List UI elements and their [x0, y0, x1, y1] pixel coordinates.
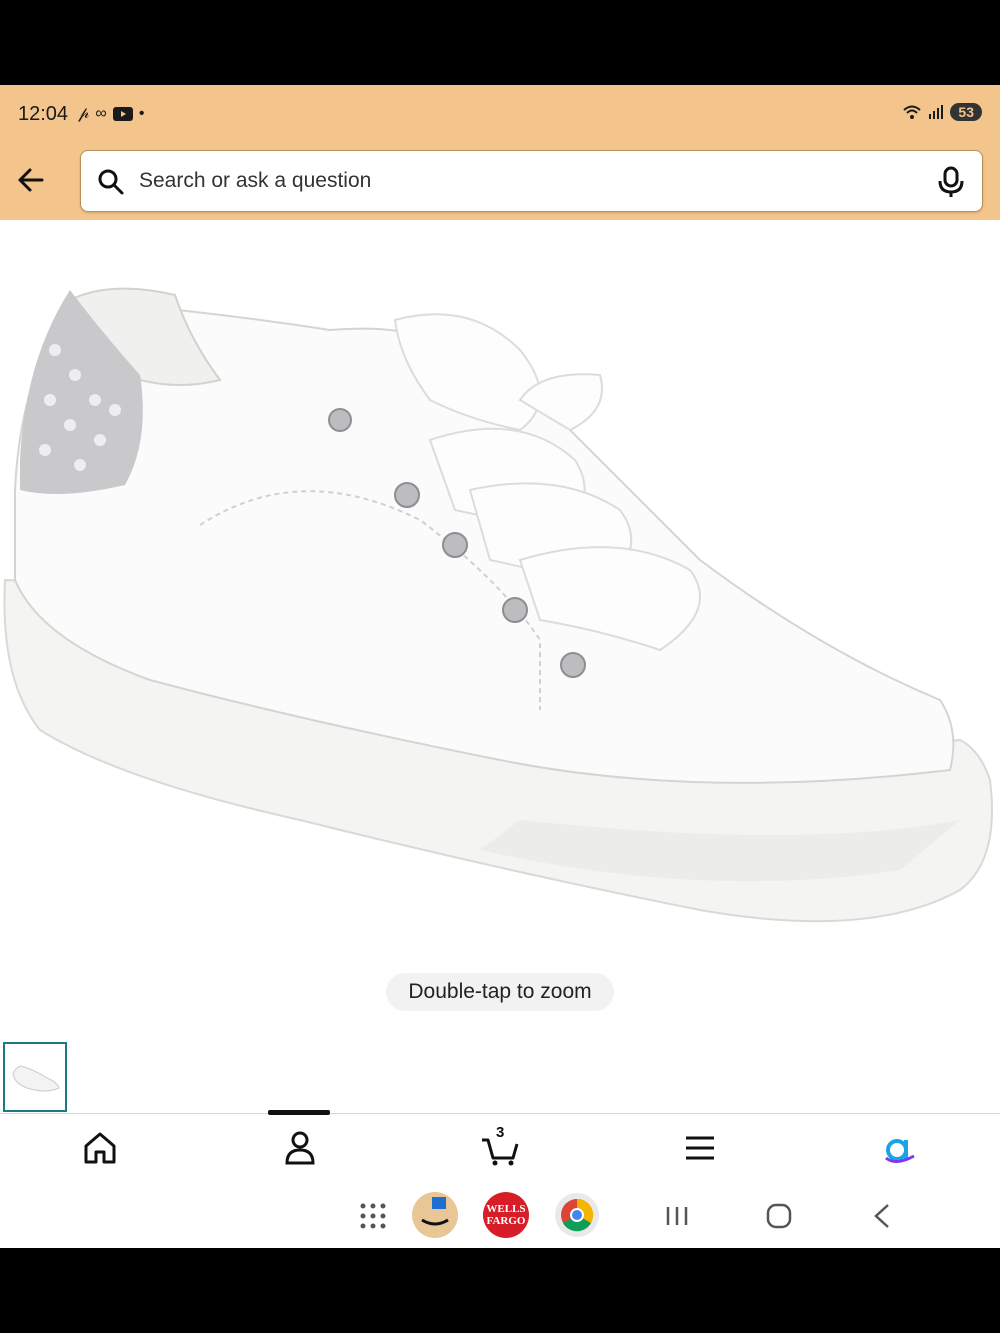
wells-fargo-label-1: WELLS — [486, 1203, 526, 1215]
status-bar: 12:04 𝓅 ∞ • 53 — [0, 85, 1000, 142]
voicemail-icon: ∞ — [95, 105, 107, 122]
chrome-app-icon[interactable] — [554, 1192, 600, 1238]
wells-fargo-app-icon[interactable]: WELLS FARGO — [483, 1192, 529, 1238]
image-thumbnail[interactable] — [3, 1042, 67, 1112]
system-icons: 53 — [902, 103, 982, 121]
link-icon: 𝓅 — [78, 105, 90, 122]
bottom-nav: 3 — [0, 1110, 1000, 1183]
menu-icon[interactable] — [680, 1128, 720, 1168]
account-icon[interactable] — [280, 1128, 320, 1168]
search-input[interactable]: Search or ask a question — [80, 150, 983, 212]
recents-button[interactable] — [660, 1199, 694, 1233]
microphone-icon[interactable] — [936, 165, 966, 199]
app-drawer-icon[interactable] — [356, 1199, 390, 1233]
dot-icon: • — [138, 105, 145, 122]
home-icon[interactable] — [80, 1128, 120, 1168]
back-button[interactable] — [866, 1199, 900, 1233]
thumbnail-sneaker-image — [12, 1065, 60, 1092]
search-icon — [98, 169, 124, 195]
search-placeholder: Search or ask a question — [139, 169, 372, 192]
wells-fargo-label-2: FARGO — [486, 1215, 526, 1227]
screen: 12:04 𝓅 ∞ • 53 Search or ask a question — [0, 0, 1000, 1333]
android-nav-bar: WELLS FARGO — [0, 1183, 1000, 1248]
signal-icon — [929, 105, 944, 119]
zoom-hint: Double-tap to zoom — [386, 973, 614, 1011]
search-header: Search or ask a question — [0, 142, 1000, 220]
home-button[interactable] — [762, 1199, 796, 1233]
cart-count: 3 — [496, 1124, 505, 1141]
product-content: Double-tap to zoom — [0, 220, 1000, 1113]
rufus-icon[interactable] — [880, 1128, 920, 1168]
battery-icon: 53 — [950, 103, 982, 121]
cart-button[interactable]: 3 — [480, 1124, 520, 1168]
status-time: 12:04 — [18, 103, 69, 125]
youtube-icon — [112, 107, 133, 121]
notification-icons: 𝓅 ∞ • — [78, 105, 144, 123]
product-image-sneaker[interactable] — [0, 260, 1000, 980]
back-arrow-icon[interactable] — [12, 160, 52, 200]
amazon-app-icon[interactable] — [412, 1192, 458, 1238]
active-tab-indicator — [268, 1110, 330, 1115]
wifi-icon — [903, 105, 922, 119]
